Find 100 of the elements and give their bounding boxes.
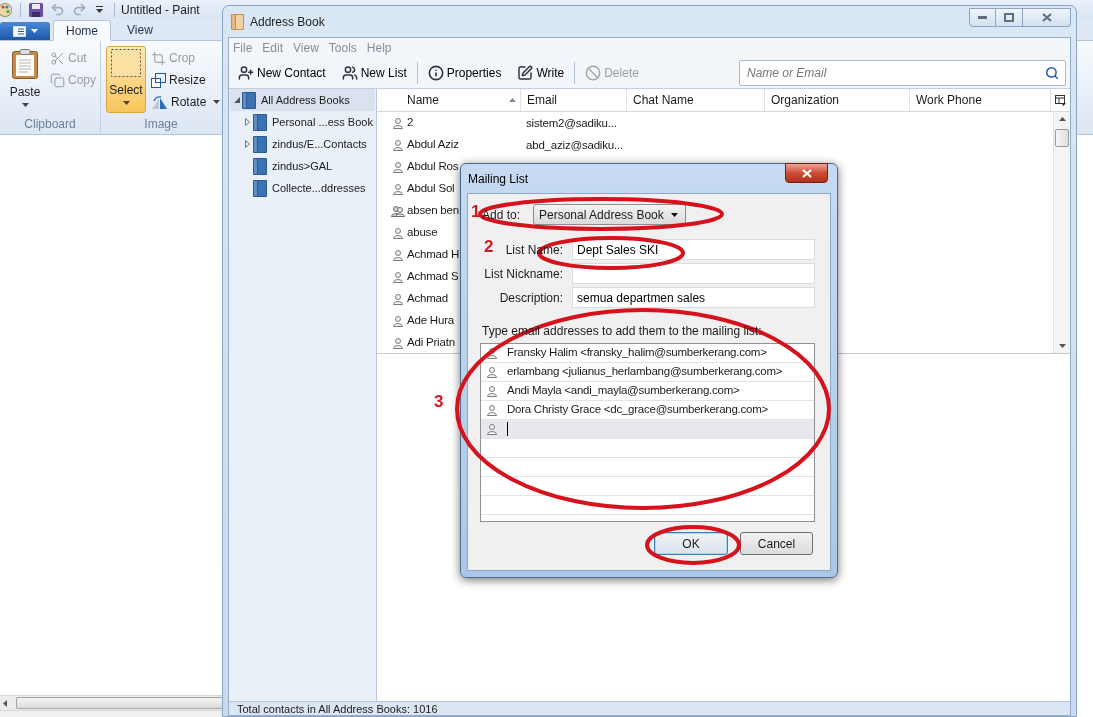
contact-name[interactable]: abuse xyxy=(407,224,438,242)
ribbon-tab[interactable]: Home xyxy=(53,20,111,41)
toolbar-button[interactable]: New Contact xyxy=(235,60,329,85)
person-icon xyxy=(393,161,403,173)
column-header[interactable]: Work Phone xyxy=(909,89,1050,111)
close-icon xyxy=(1041,13,1052,22)
dialog-title: Mailing List xyxy=(468,171,529,188)
column-header[interactable]: Name xyxy=(377,89,520,111)
person-icon xyxy=(487,385,497,397)
contact-email: abd_aziz@sadiku... xyxy=(526,138,623,151)
contact-name[interactable]: Achmad xyxy=(407,290,448,308)
scroll-down-arrow-icon[interactable] xyxy=(1058,344,1066,348)
vertical-scrollbar[interactable] xyxy=(1053,112,1070,353)
minimize-button[interactable] xyxy=(969,8,996,27)
dialog-button[interactable]: OK xyxy=(654,532,728,555)
no-entry-icon xyxy=(585,64,602,81)
person-icon xyxy=(393,139,403,151)
person-icon xyxy=(487,347,497,359)
ribbon-button[interactable]: Resize xyxy=(149,69,223,91)
caret-icon xyxy=(30,29,38,33)
minimize-icon xyxy=(978,16,987,19)
address-entry[interactable]: Fransky Halim <fransky_halim@sumberkerang.com> xyxy=(507,344,767,362)
person-icon xyxy=(393,249,403,261)
ribbon-button[interactable]: Rotate xyxy=(149,91,223,113)
book-icon xyxy=(253,179,267,197)
info-icon xyxy=(427,64,444,81)
resize-icon xyxy=(151,72,166,88)
text-field[interactable] xyxy=(572,263,815,284)
scroll-up-arrow-icon[interactable] xyxy=(1058,117,1066,121)
scrollbar-thumb[interactable] xyxy=(16,697,222,709)
column-header[interactable]: Chat Name xyxy=(626,89,764,111)
tree-item[interactable]: zindus>GAL xyxy=(241,155,375,177)
contact-name[interactable]: Achmad S xyxy=(407,268,459,286)
maximize-button[interactable] xyxy=(996,8,1023,27)
tree-item[interactable]: zindus/E...Contacts xyxy=(241,133,375,155)
contact-name[interactable]: absen ben xyxy=(407,202,459,220)
tree-item[interactable]: Personal ...ess Book xyxy=(241,111,375,133)
address-input-field[interactable] xyxy=(481,420,814,439)
search-field[interactable]: Name or Email xyxy=(739,59,1066,86)
copy-icon xyxy=(50,72,65,88)
annotation-number: 1 xyxy=(471,203,481,221)
contact-name[interactable]: 2 xyxy=(407,114,414,132)
app-menu-button[interactable] xyxy=(0,22,50,40)
ribbon-button[interactable]: Paste xyxy=(5,46,45,113)
dropdown[interactable]: Personal Address Book xyxy=(533,204,686,225)
annotation-number: 3 xyxy=(434,393,444,411)
search-icon[interactable] xyxy=(1045,65,1059,80)
address-entry[interactable]: Andi Mayla <andi_mayla@sumberkerang.com> xyxy=(507,382,740,400)
person-icon xyxy=(393,227,403,239)
ribbon-group-label: Image xyxy=(144,116,178,134)
close-button[interactable] xyxy=(785,163,828,183)
scrollbar-thumb[interactable] xyxy=(1055,129,1069,147)
text-field[interactable]: semua departmen sales xyxy=(572,287,815,308)
people-icon xyxy=(341,64,358,81)
address-list[interactable]: Fransky Halim <fransky_halim@sumberkerang.com> erlambang <julianus_herlambang@sumberkerang.com> Andi Mayla <andi_mayla@sumberkerang.com> Dora Christy Grace <dc_grace@sumberkerang.com> xyxy=(480,343,815,522)
tree-item[interactable]: Collecte...ddresses xyxy=(241,177,375,199)
book-icon xyxy=(253,113,267,131)
customize-caret-icon[interactable] xyxy=(96,6,103,13)
dropdown-arrow-icon xyxy=(671,212,678,217)
address-entry[interactable]: Dora Christy Grace <dc_grace@sumberkerang.com> xyxy=(507,401,768,419)
collapsed-arrow-icon[interactable] xyxy=(245,118,250,126)
tree-item[interactable]: All Address Books xyxy=(230,89,375,111)
ribbon-tab[interactable]: View xyxy=(114,19,166,40)
toolbar-button[interactable]: Write xyxy=(514,60,568,85)
contact-name[interactable]: Ade Hura xyxy=(407,312,454,330)
contact-name[interactable]: Abdul Aziz xyxy=(407,136,459,154)
book-icon xyxy=(253,135,267,153)
person-icon xyxy=(487,423,497,435)
status-text: Total contacts in All Address Books: 1016 xyxy=(237,702,438,715)
column-header[interactable]: Organization xyxy=(764,89,909,111)
toolbar-button[interactable]: Properties xyxy=(424,60,505,85)
palette-icon[interactable] xyxy=(0,2,12,17)
person-icon xyxy=(393,337,403,349)
column-header[interactable]: Email xyxy=(520,89,626,111)
ribbon-button[interactable]: Select xyxy=(106,46,146,113)
address-entry[interactable]: erlambang <julianus_herlambang@sumberkerang.com> xyxy=(507,363,783,381)
add-person-icon xyxy=(238,64,254,81)
text-field[interactable]: Dept Sales SKI xyxy=(572,239,815,260)
window-title: Untitled - Paint xyxy=(121,1,200,19)
scroll-left-arrow-icon[interactable] xyxy=(3,699,7,707)
toolbar-button[interactable]: New List xyxy=(338,60,410,85)
dialog-button[interactable]: Cancel xyxy=(740,532,813,555)
person-icon xyxy=(487,404,497,416)
column-picker-icon[interactable] xyxy=(1055,94,1066,106)
contact-name[interactable]: Abdul Ros xyxy=(407,158,459,176)
horizontal-scrollbar[interactable] xyxy=(0,695,222,710)
maximize-icon xyxy=(1004,13,1014,22)
document-icon xyxy=(12,25,26,37)
collapsed-arrow-icon[interactable] xyxy=(245,140,250,148)
save-icon[interactable] xyxy=(29,2,43,17)
contact-name[interactable]: Adi Priatn xyxy=(407,334,455,352)
field-label: Description: xyxy=(499,289,563,307)
contact-name[interactable]: Achmad H xyxy=(407,246,460,264)
person-icon xyxy=(393,293,403,305)
person-icon xyxy=(393,315,403,327)
expanded-arrow-icon[interactable] xyxy=(234,97,240,103)
contact-name[interactable]: Abdul Sol xyxy=(407,180,455,198)
book-icon xyxy=(231,13,244,30)
field-label: Add to: xyxy=(482,206,521,224)
book-icon xyxy=(253,157,267,175)
